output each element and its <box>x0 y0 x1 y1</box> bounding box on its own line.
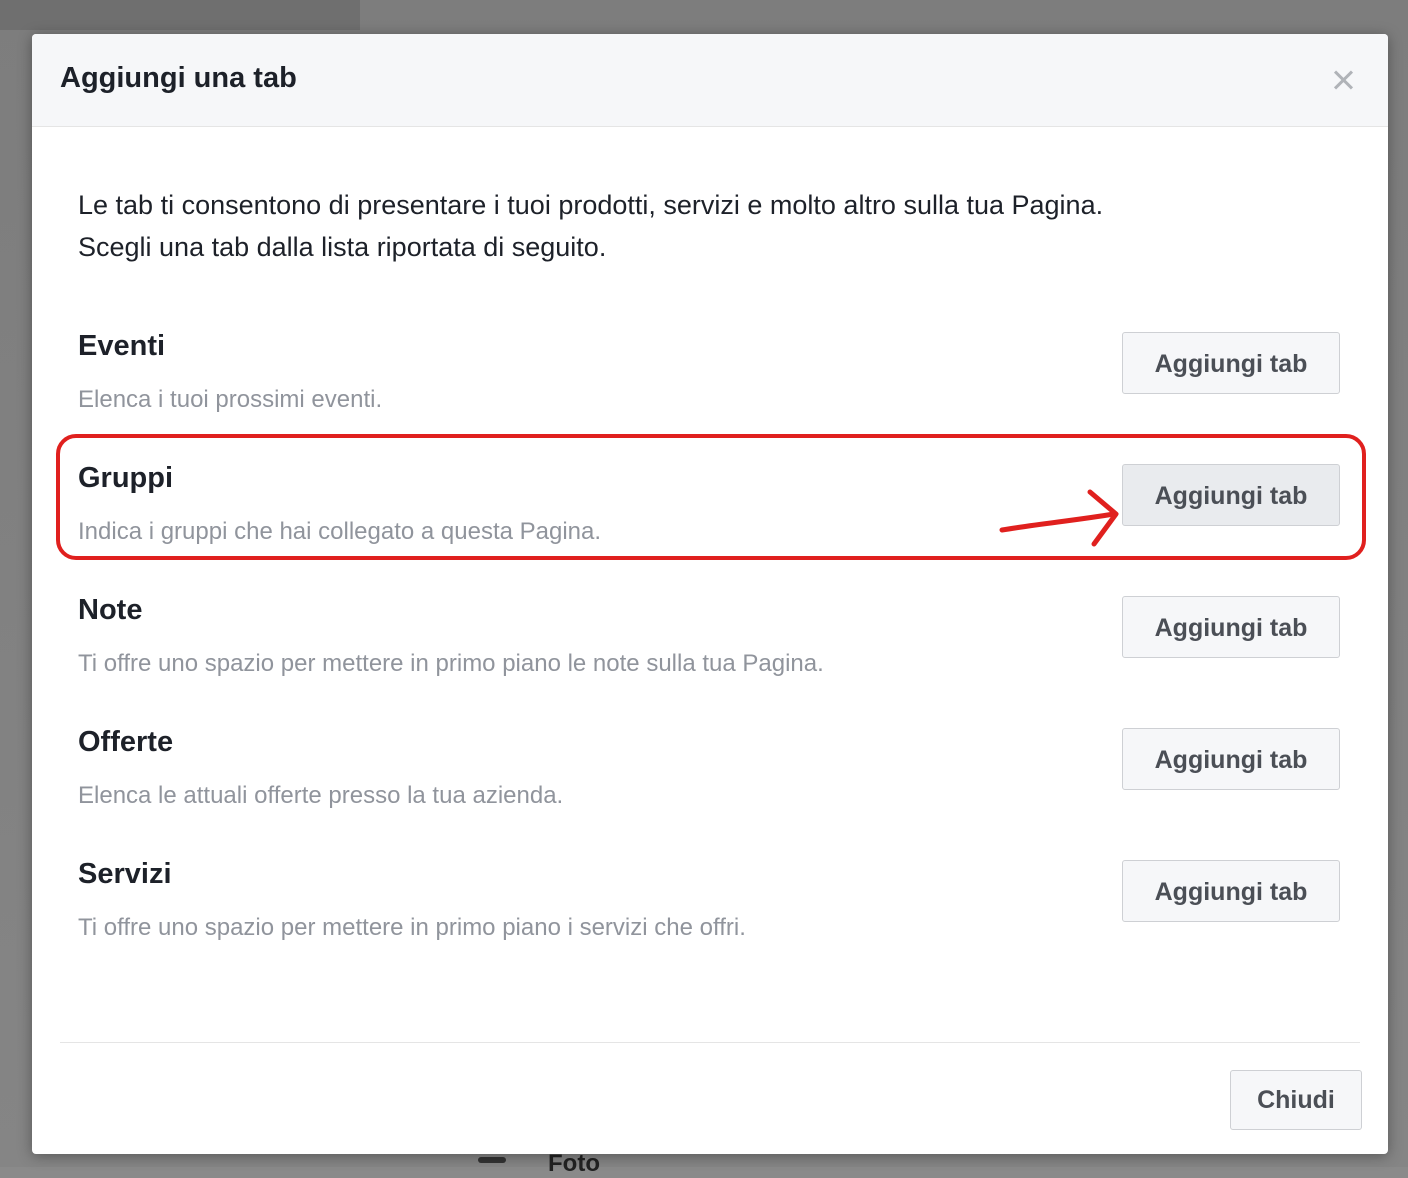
dialog-intro: Le tab ti consentono di presentare i tuo… <box>78 184 1368 268</box>
tab-option-offerte: Offerte Elenca le attuali offerte presso… <box>78 726 1348 836</box>
tab-option-title: Offerte <box>78 726 174 758</box>
footer-divider <box>60 1042 1360 1043</box>
close-button[interactable]: Chiudi <box>1230 1070 1362 1130</box>
tab-option-description: Ti offre uno spazio per mettere in primo… <box>78 650 824 677</box>
tab-option-description: Ti offre uno spazio per mettere in primo… <box>78 914 746 941</box>
tab-option-eventi: Eventi Elenca i tuoi prossimi eventi. Ag… <box>78 330 1348 440</box>
intro-line-1: Le tab ti consentono di presentare i tuo… <box>78 190 1104 220</box>
highlight-annotation-box <box>56 434 1366 560</box>
intro-line-2: Scegli una tab dalla lista riportata di … <box>78 232 607 262</box>
backdrop-photo-label: Foto <box>548 1150 600 1177</box>
tab-option-note: Note Ti offre uno spazio per mettere in … <box>78 594 1348 704</box>
close-icon[interactable] <box>1330 66 1358 94</box>
tab-option-description: Elenca le attuali offerte presso la tua … <box>78 782 564 809</box>
tab-option-title: Servizi <box>78 858 172 890</box>
tab-option-description: Elenca i tuoi prossimi eventi. <box>78 386 383 413</box>
tab-option-title: Eventi <box>78 330 166 362</box>
dialog-header: Aggiungi una tab <box>32 34 1388 127</box>
arrow-icon <box>999 489 1119 547</box>
photo-icon <box>478 1157 506 1163</box>
add-tab-button-servizi[interactable]: Aggiungi tab <box>1122 860 1340 922</box>
add-tab-button-eventi[interactable]: Aggiungi tab <box>1122 332 1340 394</box>
backdrop-top-bar <box>0 0 360 30</box>
tab-option-servizi: Servizi Ti offre uno spazio per mettere … <box>78 858 1348 968</box>
dialog-title: Aggiungi una tab <box>60 62 297 94</box>
add-tab-button-offerte[interactable]: Aggiungi tab <box>1122 728 1340 790</box>
tab-option-title: Note <box>78 594 143 626</box>
add-tab-button-note[interactable]: Aggiungi tab <box>1122 596 1340 658</box>
add-tab-dialog: Aggiungi una tab Le tab ti consentono di… <box>32 34 1388 1154</box>
